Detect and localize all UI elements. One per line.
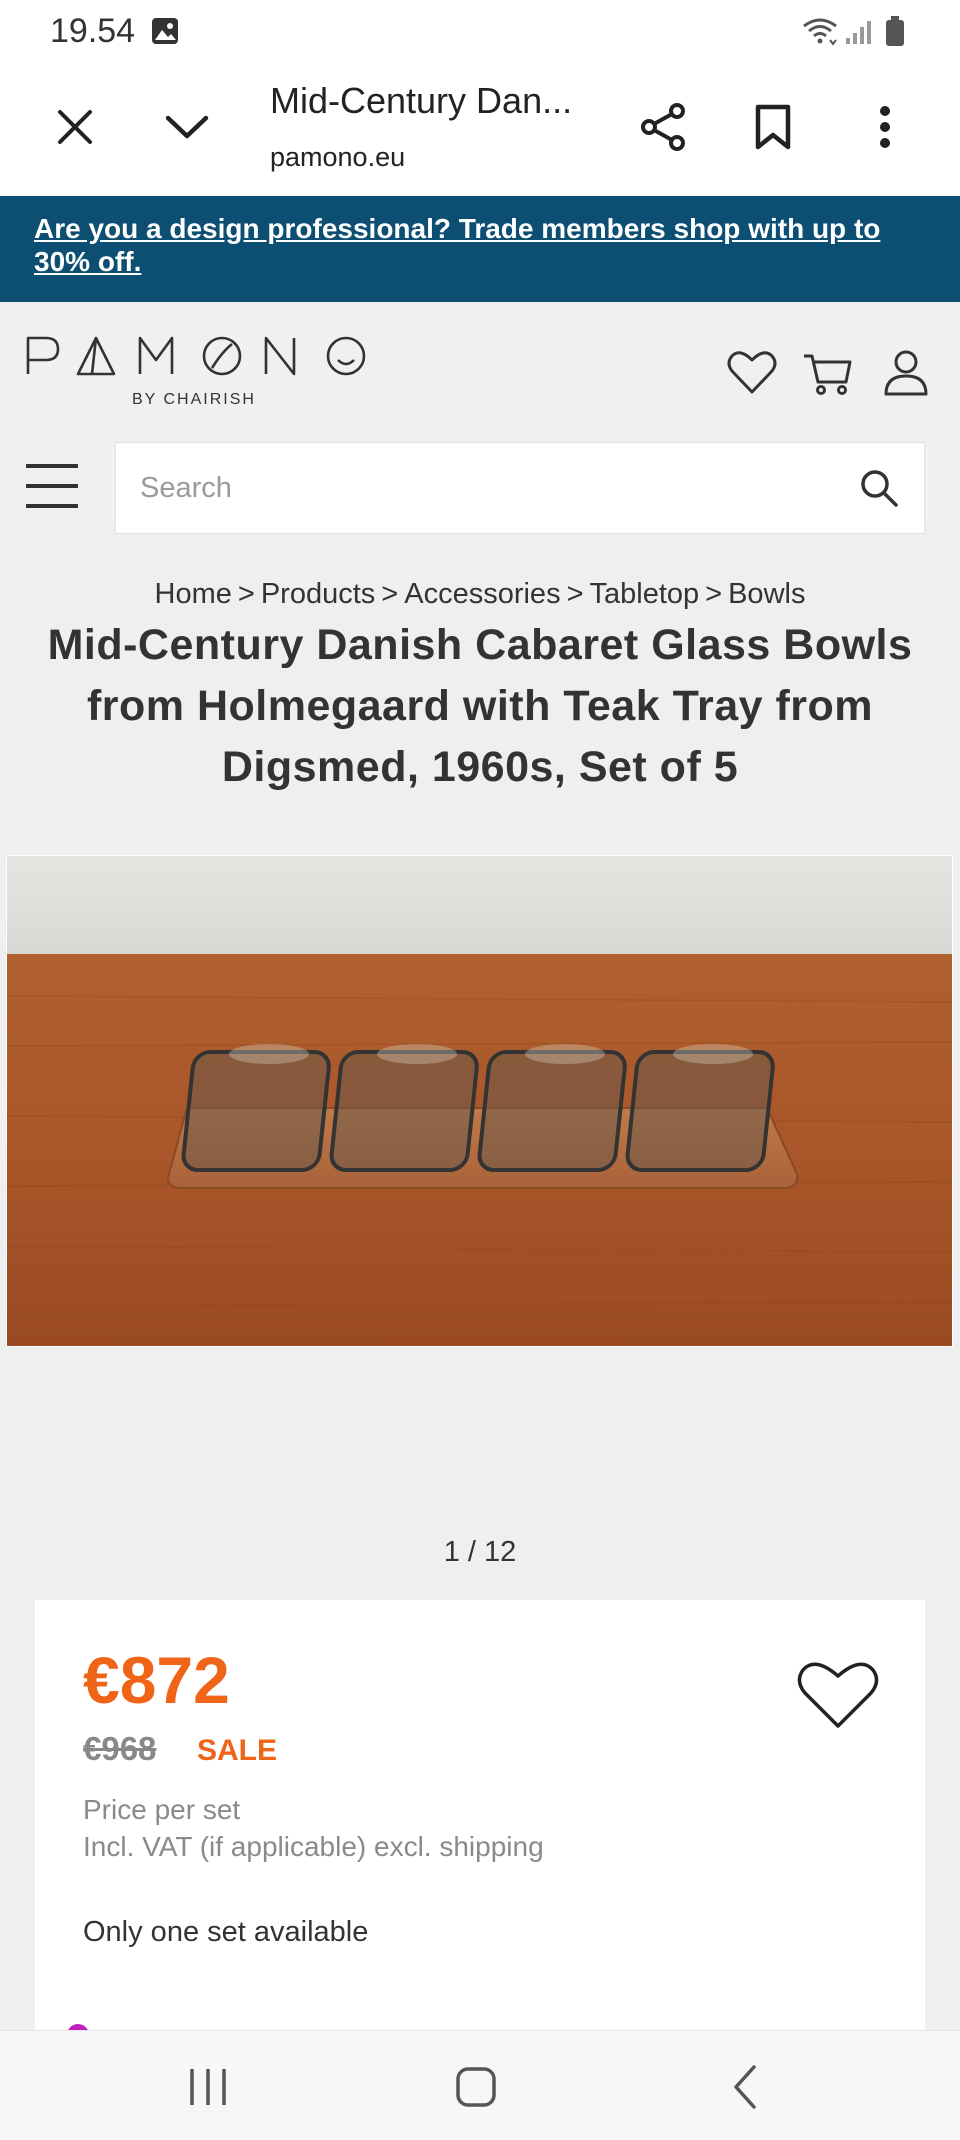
breadcrumb-separator: > xyxy=(705,578,723,610)
sale-badge: SALE xyxy=(197,1734,278,1767)
breadcrumb-products[interactable]: Products xyxy=(261,578,375,610)
breadcrumb-accessories[interactable]: Accessories xyxy=(404,578,560,610)
status-time: 19.54 xyxy=(50,12,136,50)
current-price: €872 xyxy=(83,1643,230,1717)
breadcrumb-tabletop[interactable]: Tabletop xyxy=(590,578,700,610)
original-price: €968 xyxy=(83,1730,157,1767)
battery-icon xyxy=(886,16,904,46)
system-nav-bar xyxy=(0,2030,960,2140)
breadcrumb-separator: > xyxy=(237,578,255,610)
close-icon xyxy=(58,110,92,144)
breadcrumb-separator: > xyxy=(566,578,584,610)
heart-icon[interactable] xyxy=(724,344,780,400)
breadcrumb-bowls[interactable]: Bowls xyxy=(728,578,805,610)
menu-icon[interactable] xyxy=(22,460,82,512)
browser-tab-bar: Mid-Century Dan... pamono.eu xyxy=(0,62,960,196)
product-photo-illustration xyxy=(7,856,952,1346)
search-input[interactable] xyxy=(140,443,820,533)
trade-promo-banner: Are you a design professional? Trade mem… xyxy=(0,196,960,302)
search-bar xyxy=(115,442,925,534)
breadcrumb-home[interactable]: Home xyxy=(155,578,232,610)
back-icon[interactable] xyxy=(716,2057,776,2117)
more-vertical-icon xyxy=(880,106,890,148)
availability-text: Only one set available xyxy=(83,1916,369,1948)
more-options-button[interactable] xyxy=(850,92,920,162)
bookmark-icon xyxy=(755,104,791,150)
price-card: €872 €968 SALE Price per set Incl. VAT (… xyxy=(35,1600,925,2046)
image-counter: 1 / 12 xyxy=(443,1536,517,1568)
home-icon[interactable] xyxy=(446,2057,506,2117)
price-per-label: Price per set xyxy=(83,1794,241,1825)
pamono-logo[interactable]: BY CHAIRISH xyxy=(24,330,374,410)
trade-promo-link[interactable]: Are you a design professional? Trade mem… xyxy=(34,213,880,277)
close-button[interactable] xyxy=(40,92,110,162)
minimize-button[interactable] xyxy=(152,92,222,162)
bookmark-button[interactable] xyxy=(738,92,808,162)
page-url: pamono.eu xyxy=(270,142,406,172)
cart-icon[interactable] xyxy=(800,344,856,400)
vat-note: Incl. VAT (if applicable) excl. shipping xyxy=(83,1831,544,1862)
signal-icon xyxy=(846,21,871,44)
search-icon[interactable] xyxy=(858,467,900,509)
user-icon[interactable] xyxy=(878,344,934,400)
breadcrumb-separator: > xyxy=(381,578,399,610)
chevron-down-icon xyxy=(165,115,209,139)
site-header: BY CHAIRISH xyxy=(0,302,960,534)
recent-apps-icon[interactable] xyxy=(178,2057,238,2117)
share-icon xyxy=(641,103,685,151)
share-button[interactable] xyxy=(628,92,698,162)
gallery-icon xyxy=(152,18,178,44)
page-tab-title: Mid-Century Dan... xyxy=(270,80,573,121)
breadcrumb: Home > Products > Accessories > Tabletop > Bowls xyxy=(0,578,960,611)
system-status-icons xyxy=(803,16,904,46)
wifi-icon xyxy=(803,18,837,46)
wishlist-heart-icon[interactable] xyxy=(795,1656,881,1732)
status-bar: 19.54 xyxy=(0,0,960,62)
product-image[interactable] xyxy=(6,855,953,1347)
product-title: Mid-Century Danish Cabaret Glass Bowls f… xyxy=(47,621,913,791)
brand-sub-text: BY CHAIRISH xyxy=(132,391,256,408)
